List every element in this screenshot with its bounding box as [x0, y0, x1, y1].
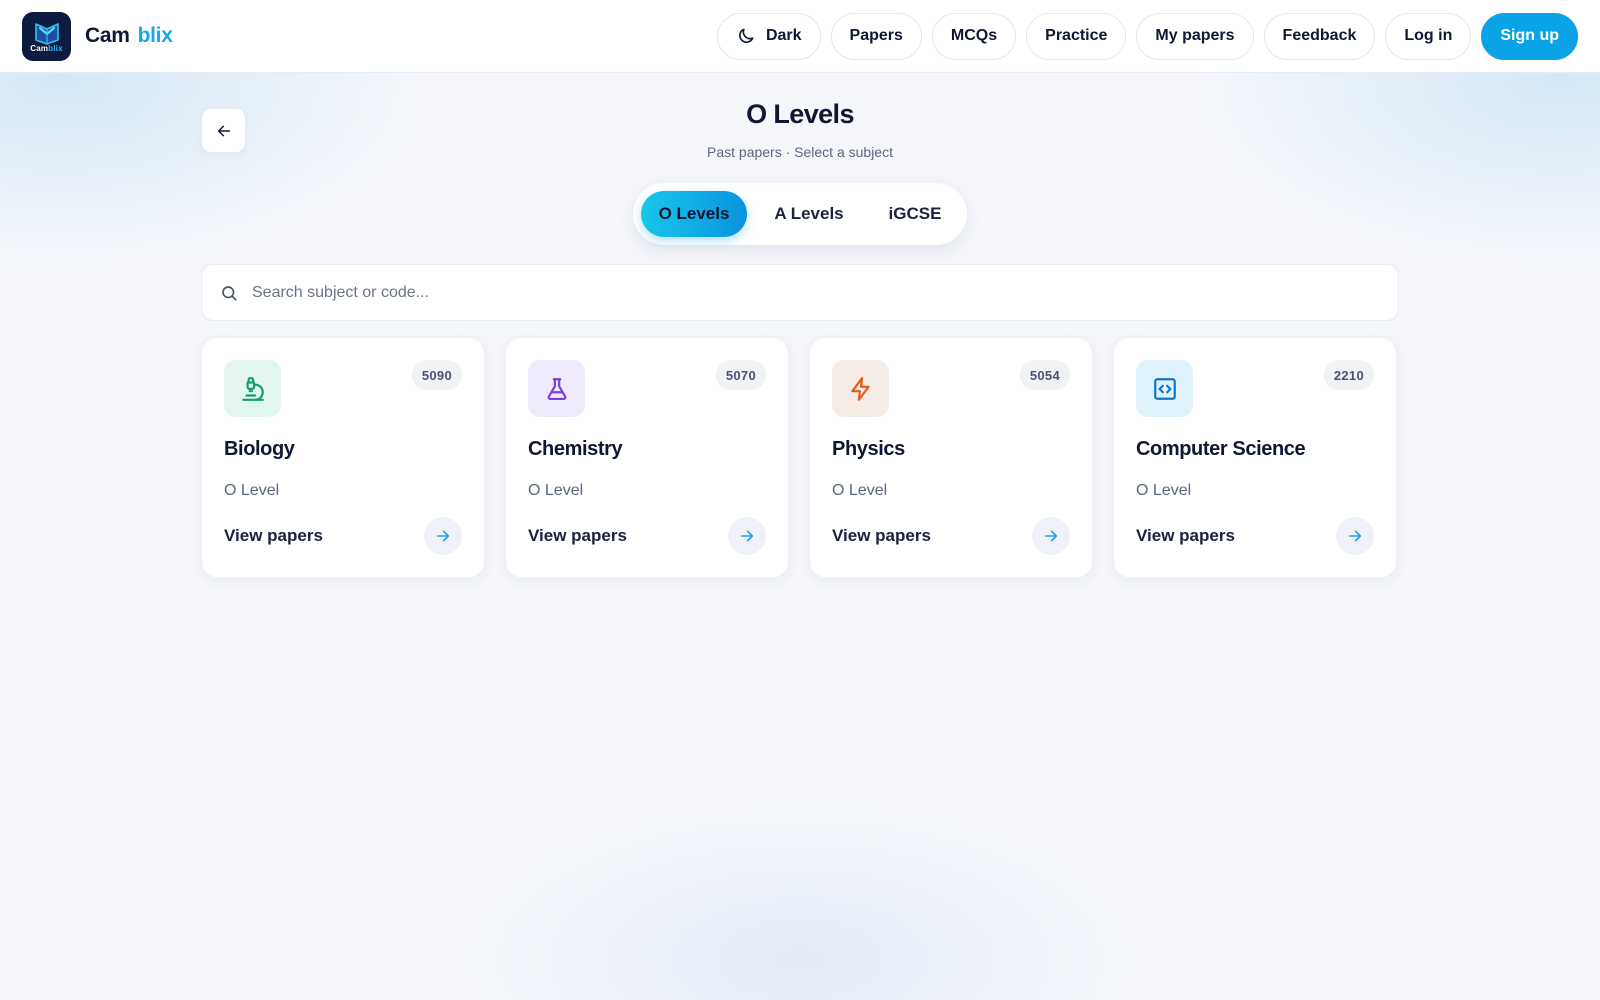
subject-grid: 5090 Biology O Level View papers 5070 Ch…: [201, 337, 1399, 578]
subject-card-biology[interactable]: 5090 Biology O Level View papers: [201, 337, 485, 578]
tab-o-levels[interactable]: O Levels: [641, 191, 747, 237]
view-papers-link[interactable]: View papers: [1136, 526, 1235, 546]
theme-toggle-button[interactable]: Dark: [716, 12, 821, 60]
flask-icon: [547, 377, 566, 400]
arrow-right-icon: [436, 530, 450, 542]
login-button[interactable]: Log in: [1385, 12, 1472, 60]
subject-card-physics[interactable]: 5054 Physics O Level View papers: [809, 337, 1093, 578]
arrow-right-icon: [1044, 530, 1058, 542]
page-title: O Levels: [746, 99, 854, 129]
card-footer: View papers: [224, 517, 462, 555]
microscope-icon: [241, 376, 264, 401]
subject-icon-tile: [832, 360, 889, 417]
subject-icon-tile: [1136, 360, 1193, 417]
subject-card-computer-science[interactable]: 2210 Computer Science O Level View paper…: [1113, 337, 1397, 578]
logo-wordmark: Camblix: [30, 43, 63, 53]
view-papers-link[interactable]: View papers: [832, 526, 931, 546]
subject-code-badge: 5090: [411, 360, 462, 390]
nav-practice-button[interactable]: Practice: [1026, 12, 1127, 60]
page-subtitle: Past papers · Select a subject: [707, 144, 893, 160]
subject-name: Biology: [224, 438, 295, 460]
subject-icon-tile: [224, 360, 281, 417]
code-icon: [1153, 377, 1176, 400]
card-footer: View papers: [1136, 517, 1374, 555]
logo[interactable]: Camblix: [22, 11, 71, 61]
lightning-icon: [850, 376, 870, 401]
view-papers-arrow-button[interactable]: [728, 517, 766, 555]
theme-toggle-label: Dark: [765, 27, 802, 44]
search-bar: [201, 264, 1399, 321]
view-papers-link[interactable]: View papers: [528, 526, 627, 546]
view-papers-arrow-button[interactable]: [424, 517, 462, 555]
nav-feedback-button[interactable]: Feedback: [1263, 12, 1376, 60]
search-input[interactable]: [252, 283, 1352, 302]
subject-level: O Level: [224, 482, 280, 499]
brand-name-part2: blix: [137, 24, 173, 47]
nav-papers-button[interactable]: Papers: [830, 12, 922, 60]
subject-code-badge: 2210: [1323, 360, 1374, 390]
brand[interactable]: Camblix Cam blix: [22, 11, 173, 61]
book-logo-icon: [34, 22, 59, 45]
subject-level: O Level: [528, 482, 584, 499]
subject-level: O Level: [1136, 482, 1192, 499]
brand-name-part1: Cam: [85, 24, 130, 47]
subject-code-badge: 5054: [1019, 360, 1070, 390]
signup-button[interactable]: Sign up: [1481, 12, 1578, 60]
subject-name: Physics: [832, 438, 905, 460]
subject-name: Chemistry: [528, 438, 623, 460]
subject-name: Computer Science: [1136, 438, 1306, 460]
tab-igcse[interactable]: iGCSE: [871, 191, 959, 237]
top-navigation-bar: Camblix Cam blix Dark Papers MCQs Practic…: [0, 0, 1600, 73]
view-papers-arrow-button[interactable]: [1336, 517, 1374, 555]
card-footer: View papers: [528, 517, 766, 555]
arrow-right-icon: [1348, 530, 1362, 542]
moon-icon: [738, 28, 754, 43]
nav-mcqs-button[interactable]: MCQs: [931, 12, 1017, 60]
tab-a-levels[interactable]: A Levels: [747, 191, 871, 237]
main-nav: Dark Papers MCQs Practice My papers Feed…: [716, 12, 1578, 60]
arrow-right-icon: [740, 530, 754, 542]
subject-icon-tile: [528, 360, 585, 417]
view-papers-link[interactable]: View papers: [224, 526, 323, 546]
view-papers-arrow-button[interactable]: [1032, 517, 1070, 555]
level-tabs: O Levels A Levels iGCSE: [633, 183, 967, 245]
card-footer: View papers: [832, 517, 1070, 555]
nav-my-papers-button[interactable]: My papers: [1136, 12, 1254, 60]
search-icon: [222, 285, 237, 301]
subject-level: O Level: [832, 482, 888, 499]
brand-name[interactable]: Cam blix: [85, 24, 173, 48]
subject-card-chemistry[interactable]: 5070 Chemistry O Level View papers: [505, 337, 789, 578]
subject-code-badge: 5070: [715, 360, 766, 390]
